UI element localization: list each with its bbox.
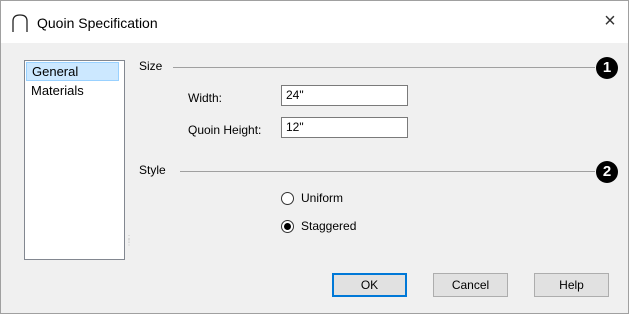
width-label: Width:: [188, 91, 223, 105]
style-section-divider: [180, 171, 595, 172]
radio-selected-dot: [284, 223, 291, 230]
arch-icon: [12, 14, 28, 32]
quoin-height-label: Quoin Height:: [188, 123, 262, 137]
category-list[interactable]: General Materials: [24, 60, 125, 260]
category-item-materials[interactable]: Materials: [26, 82, 117, 99]
help-button[interactable]: Help: [534, 273, 609, 297]
cancel-button[interactable]: Cancel: [433, 273, 508, 297]
splitter-grip[interactable]: ⋮ ⋮: [125, 235, 133, 247]
size-section-label: Size: [139, 59, 163, 73]
width-input[interactable]: 24": [281, 85, 408, 106]
category-item-general[interactable]: General: [26, 62, 119, 81]
callout-badge-2: 2: [596, 161, 618, 183]
close-icon: ×: [604, 10, 616, 32]
category-item-label: Materials: [31, 83, 84, 98]
style-section-label: Style: [139, 163, 166, 177]
title-bar: Quoin Specification ×: [1, 1, 628, 43]
uniform-radio-label[interactable]: Uniform: [301, 191, 343, 205]
staggered-radio-label[interactable]: Staggered: [301, 219, 356, 233]
ok-button[interactable]: OK: [332, 273, 407, 297]
size-section-divider: [173, 67, 595, 68]
category-item-label: General: [32, 64, 79, 79]
callout-badge-1: 1: [596, 57, 618, 79]
close-button[interactable]: ×: [598, 9, 622, 33]
window-title: Quoin Specification: [37, 15, 158, 31]
quoin-height-input[interactable]: 12": [281, 117, 408, 138]
quoin-specification-dialog: Quoin Specification × General Materials …: [0, 0, 629, 314]
staggered-radio[interactable]: [281, 220, 294, 233]
uniform-radio[interactable]: [281, 192, 294, 205]
